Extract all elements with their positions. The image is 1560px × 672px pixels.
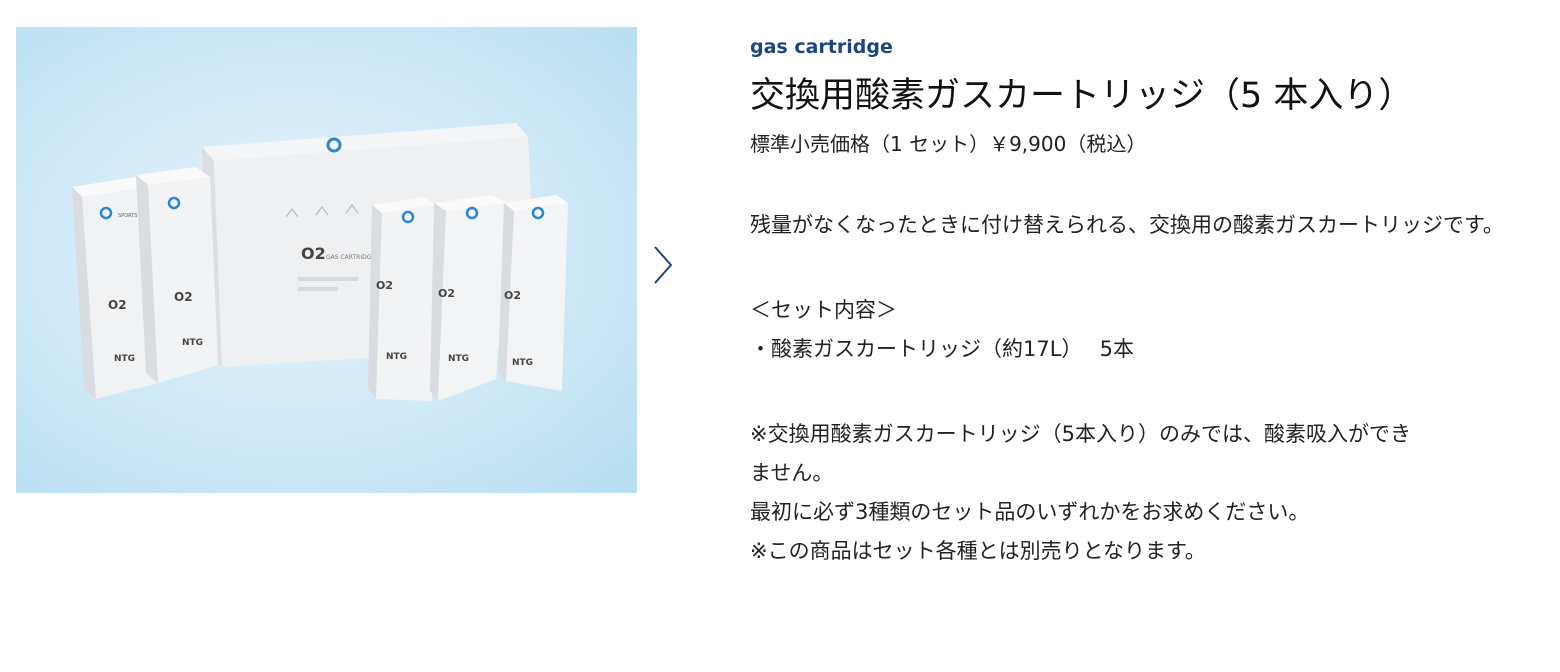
- carousel-next-button[interactable]: [648, 242, 678, 288]
- product-info: gas cartridge 交換用酸素ガスカートリッジ（5 本入り） 標準小売価…: [750, 34, 1530, 571]
- set-contents-heading: ＜セット内容＞: [750, 298, 897, 322]
- product-category: gas cartridge: [750, 36, 893, 58]
- svg-text:NTG: NTG: [512, 358, 533, 368]
- product-notes: ※交換用酸素ガスカートリッジ（5本入り）のみでは、酸素吸入ができ ません。 最初…: [750, 415, 1530, 571]
- product-image: O2 GAS CARTRIDGE SPORTS SANSO O2 NTG O2 …: [16, 27, 637, 493]
- svg-text:O2: O2: [376, 279, 393, 292]
- svg-text:O2: O2: [504, 289, 521, 302]
- svg-text:NTG: NTG: [182, 338, 203, 348]
- note-line: ※この商品はセット各種とは別売りとなります。: [750, 539, 1206, 563]
- svg-text:O2: O2: [108, 298, 127, 312]
- svg-text:NTG: NTG: [448, 354, 469, 364]
- chevron-right-icon: [654, 246, 673, 284]
- note-line: ません。: [750, 461, 834, 485]
- svg-text:O2: O2: [438, 287, 455, 300]
- note-line: 最初に必ず3種類のセット品のいずれかをお求めください。: [750, 500, 1310, 524]
- product-title: 交換用酸素ガスカートリッジ（5 本入り）: [750, 76, 1414, 116]
- svg-text:O2: O2: [174, 290, 193, 304]
- note-line: ※交換用酸素ガスカートリッジ（5本入り）のみでは、酸素吸入ができ: [750, 422, 1411, 446]
- cartridge-box-2: O2 NTG: [136, 167, 218, 383]
- cartridge-box-3: O2 NTG: [368, 197, 436, 401]
- svg-text:NTG: NTG: [114, 354, 135, 364]
- svg-text:NTG: NTG: [386, 352, 407, 362]
- product-description: 残量がなくなったときに付け替えられる、交換用の酸素ガスカートリッジです。: [750, 213, 1504, 237]
- cartridge-box-4: O2 NTG: [430, 195, 506, 401]
- product-price: 標準小売価格（1 セット）￥9,900（税込）: [750, 132, 1147, 156]
- cartridge-box-5: O2 NTG: [498, 195, 568, 391]
- svg-text:GAS CARTRIDGE: GAS CARTRIDGE: [326, 254, 375, 261]
- set-contents-item: ・酸素ガスカートリッジ（約17L） 5本: [750, 337, 1134, 361]
- svg-text:O2: O2: [301, 244, 326, 263]
- set-contents: ＜セット内容＞ ・酸素ガスカートリッジ（約17L） 5本: [750, 291, 1530, 369]
